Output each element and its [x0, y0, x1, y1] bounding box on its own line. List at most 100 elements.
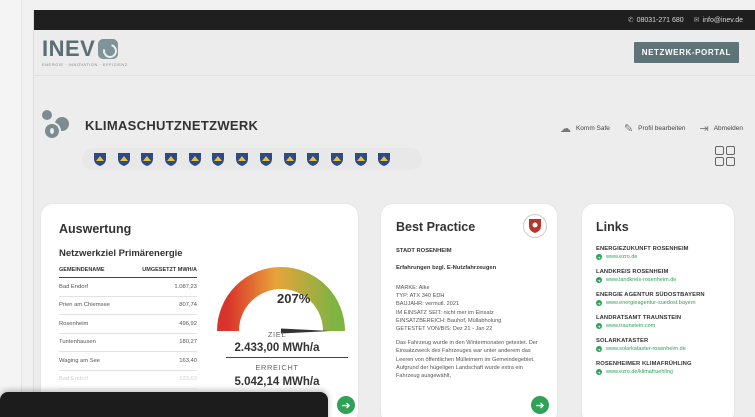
cloud-icon: ☁: [559, 123, 571, 135]
best-practice-card: Best Practice STADT ROSENHEIM Erfahrunge…: [381, 204, 557, 417]
auswertung-title: Auswertung: [59, 222, 132, 236]
municipality-crest-icon: [330, 152, 343, 166]
link-name: SOLARKATASTER: [596, 338, 649, 344]
ziel-label: ZIEL: [267, 330, 287, 339]
profil-label: Profil bearbeiten: [638, 125, 686, 132]
logout-icon: ⇥: [699, 123, 709, 135]
phone-number: 08031-271 680: [636, 16, 684, 24]
links-card: Links ENERGIEZUKUNFT ROSENHEIM ➜ www.ezro…: [582, 204, 734, 417]
link-name: ENERGIEZUKUNFT ROSENHEIM: [596, 246, 689, 252]
municipality-crest-icon: [354, 152, 367, 166]
page-title: KLIMASCHUTZNETZWERK: [85, 118, 259, 133]
browser-frame: ✆ 08031-271 680 ✉ info@inev.de INEV ENER…: [33, 10, 755, 417]
link-url[interactable]: www.traunstein.com: [606, 323, 655, 329]
grid-menu-icon[interactable]: [715, 146, 735, 166]
link-name: LANDKREIS ROSENHEIM: [596, 269, 669, 275]
erreicht-label: ERREICHT: [255, 363, 299, 372]
arrow-circle-icon: ➜: [596, 369, 602, 375]
link-url[interactable]: www.ezro.de: [606, 254, 638, 260]
email-contact[interactable]: ✉ info@inev.de: [693, 16, 743, 25]
edit-icon: ✎: [623, 123, 634, 135]
link-item[interactable]: SOLARKATASTER ➜ www.solarkataster-rosenhe…: [596, 338, 720, 352]
inev-logo[interactable]: INEV ENERGIE · INNOVATION · EFFIZIENZ: [42, 36, 128, 68]
row-value: 807,74: [179, 302, 197, 309]
best-practice-title: Best Practice: [396, 220, 476, 234]
text-fade: [381, 380, 557, 417]
auswertung-more-button[interactable]: ➜: [337, 396, 355, 414]
auswertung-subtitle: Netzwerkziel Primärenergie: [59, 248, 183, 259]
row-name: Rosenheim: [59, 320, 89, 327]
municipality-crest-icon: [378, 152, 391, 166]
table-header: GEMEINDENAME UMGESETZT MWH/A: [59, 267, 197, 278]
row-value: 496,92: [179, 320, 197, 327]
municipality-crest-icon: [283, 152, 296, 166]
municipality-crest-icon: [259, 152, 272, 166]
link-item[interactable]: ENERGIE AGENTUR SÜDOSTBAYERN ➜ www.energi…: [596, 292, 720, 306]
ziel-value: 2.433,00 MWh/a: [234, 342, 320, 354]
auswertung-card: Auswertung Netzwerkziel Primärenergie GE…: [41, 204, 358, 417]
row-name: Prien am Chiemsee: [59, 302, 110, 309]
profil-bearbeiten-link[interactable]: ✎ Profil bearbeiten: [624, 122, 686, 135]
row-value: 1.087,23: [174, 283, 197, 290]
municipality-crest-icon: [117, 152, 130, 166]
municipality-crest-icon: [188, 152, 201, 166]
link-item[interactable]: LANDRATSAMT TRAUNSTEIN ➜ www.traunstein.c…: [596, 315, 720, 329]
col-umgesetzt: UMGESETZT MWH/A: [142, 267, 197, 273]
logo-text: INEV: [42, 36, 96, 61]
divider: [226, 357, 348, 358]
link-item[interactable]: ENERGIEZUKUNFT ROSENHEIM ➜ www.ezro.de: [596, 246, 720, 260]
link-name: LANDRATSAMT TRAUNSTEIN: [596, 315, 682, 321]
municipality-crest-icon: [212, 152, 225, 166]
phone-icon: ✆: [627, 17, 634, 24]
logo-mark-icon: [98, 39, 119, 59]
detail-line: IM EINSATZ SEIT: nicht mer im Einsatz: [396, 309, 494, 316]
arrow-right-icon: ➜: [535, 399, 545, 412]
col-gemeindename: GEMEINDENAME: [59, 267, 105, 273]
municipality-crest-icon: [236, 152, 249, 166]
mail-icon: ✉: [693, 17, 700, 24]
row-name: Bad Endorf: [59, 283, 89, 290]
table-row: Prien am Chiemsee 807,74: [59, 297, 197, 315]
arrow-circle-icon: ➜: [596, 300, 602, 306]
vehicle-details: MARKE: Alke TYP: ATX 340 EDH BAUJAHR: ve…: [396, 284, 542, 333]
erreicht-value: 5.042,14 MWh/a: [234, 376, 320, 388]
network-bubbles-icon: [42, 110, 76, 148]
detail-line: BAUJAHR: vermutl. 2021: [396, 301, 460, 308]
detail-line: EINSATZBEREICH: Bauhof, Müllabholung: [396, 317, 502, 324]
link-item[interactable]: ROSENHEIMER KLIMAFRÜHLING ➜ www.ezro.de/k…: [596, 361, 720, 375]
rosenheim-crest-icon: [523, 214, 547, 238]
dark-overlay-panel: [0, 392, 328, 417]
email-address: info@inev.de: [702, 16, 743, 24]
link-url[interactable]: www.ezro.de/klimafruehling: [606, 369, 673, 375]
link-item[interactable]: LANDKREIS ROSENHEIM ➜ www.landkreis-rosen…: [596, 269, 720, 283]
table-row: Bad Endorf 1.087,23: [59, 278, 197, 297]
best-practice-city: STADT ROSENHEIM: [396, 248, 452, 254]
user-actions: ☁ Komm Safe ✎ Profil bearbeiten ⇥ Abmeld…: [560, 122, 743, 135]
best-practice-text: Das Fahrzeug wurde in den Wintermonaten …: [396, 340, 538, 380]
arrow-right-icon: ➜: [341, 399, 351, 412]
link-url[interactable]: www.energieagentur-suedost.bayern: [606, 300, 696, 306]
municipality-crest-icon: [141, 152, 154, 166]
gauge-percent-label: 207%: [277, 291, 311, 306]
link-url[interactable]: www.solarkataster-rosenheim.de: [606, 346, 686, 352]
top-contact-bar: ✆ 08031-271 680 ✉ info@inev.de: [34, 10, 755, 30]
arrow-circle-icon: ➜: [596, 254, 602, 260]
best-practice-heading: Erfahrungen bzgl. E-Nutzfahrzeugen: [396, 265, 497, 271]
best-practice-more-button[interactable]: ➜: [531, 396, 549, 414]
link-url[interactable]: www.landkreis-rosenheim.de: [606, 277, 676, 283]
netzwerk-portal-button[interactable]: NETZWERK-PORTAL: [633, 42, 739, 63]
site-header: INEV ENERGIE · INNOVATION · EFFIZIENZ NE…: [34, 30, 755, 76]
arrow-circle-icon: ➜: [596, 346, 602, 352]
komm-safe-link[interactable]: ☁ Komm Safe: [560, 122, 610, 135]
detail-line: GETESTET VON/BIS: Dez 21 - Jan 22: [396, 326, 493, 333]
abmelden-link[interactable]: ⇥ Abmelden: [700, 122, 744, 135]
arrow-circle-icon: ➜: [596, 323, 602, 329]
abmelden-label: Abmelden: [713, 125, 743, 132]
links-title: Links: [596, 220, 629, 234]
phone-contact[interactable]: ✆ 08031-271 680: [627, 16, 684, 25]
link-name: ROSENHEIMER KLIMAFRÜHLING: [596, 361, 692, 367]
arrow-circle-icon: ➜: [596, 277, 602, 283]
left-sidebar-strip: [0, 0, 22, 417]
municipality-crest-icon: [165, 152, 178, 166]
link-name: ENERGIE AGENTUR SÜDOSTBAYERN: [596, 292, 705, 298]
